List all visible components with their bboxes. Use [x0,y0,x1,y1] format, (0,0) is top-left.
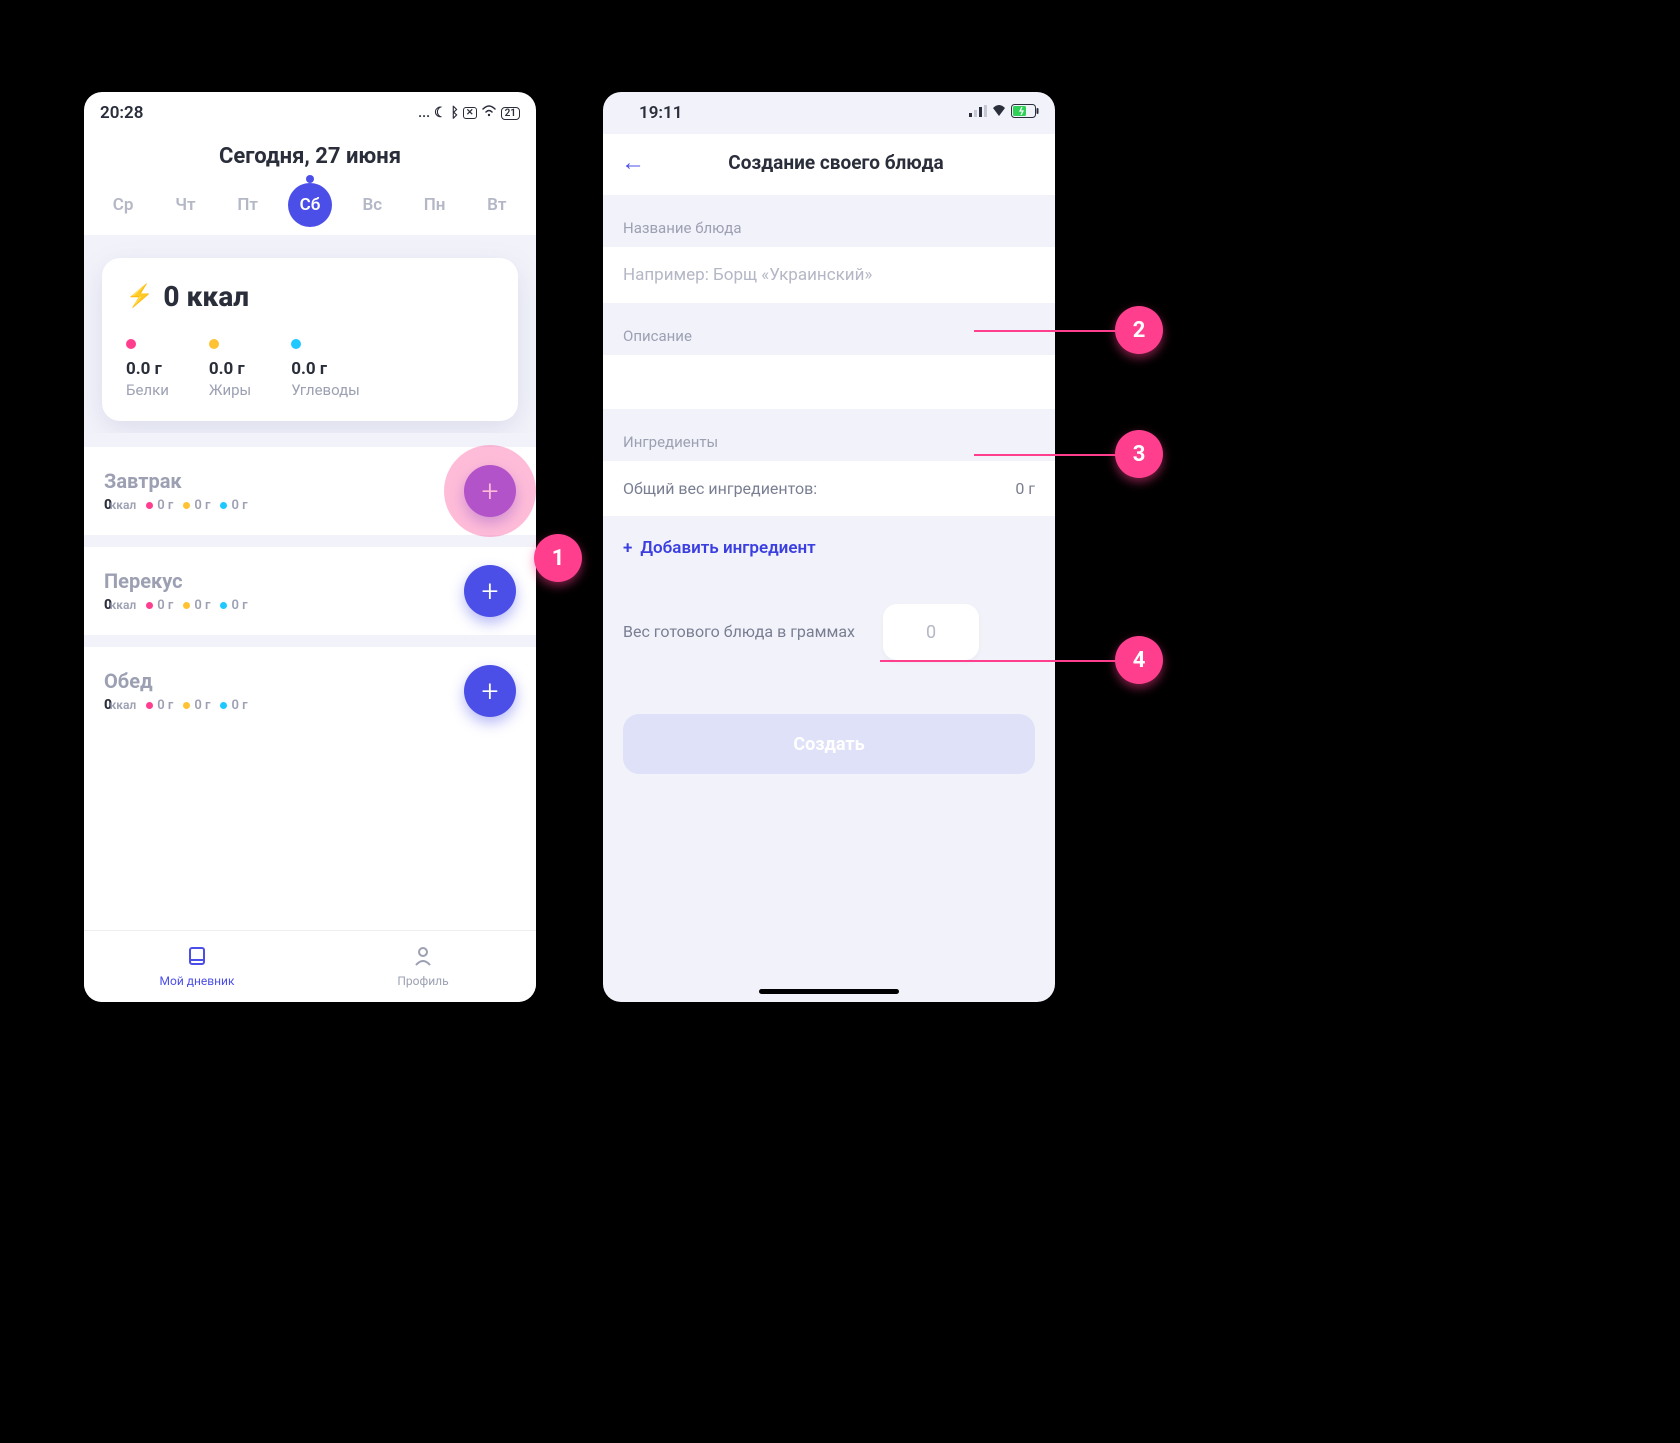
annotation-line-2 [974,330,1122,332]
status-icons: ... ☾ ᛒ ✕ 21 [418,105,520,121]
macro-value: 0.0 г [126,359,169,379]
day-Пт[interactable]: Пт [226,183,270,227]
dot-icon [126,339,136,349]
day-Сб[interactable]: Сб [288,183,332,227]
phone-diary: 20:28 ... ☾ ᛒ ✕ 21 Сегодня, 27 июня Ср Чт… [84,92,536,1002]
plus-icon: + [623,538,632,558]
date-title: Сегодня, 27 июня [84,144,536,169]
meal-row-Обед: Обед 0 ккал 0 г 0 г 0 г + [84,647,536,735]
wifi-icon [991,105,1007,121]
add-meal-wrapper: + [464,465,516,517]
cooked-weight-row: Вес готового блюда в граммах 0 [603,580,1055,684]
kcal-total: ⚡ 0 ккал [126,280,494,313]
diary-icon [186,945,208,972]
day-Чт[interactable]: Чт [163,183,207,227]
macro-label: Углеводы [291,381,360,399]
total-weight-value: 0 г [1015,479,1035,498]
nav-diary-label: Мой дневник [160,974,235,988]
macro-value: 0.0 г [209,359,251,379]
screen-title: Создание своего блюда [663,151,1009,174]
bluetooth-icon: ᛒ [451,105,459,121]
ellipsis-icon: ... [418,105,430,121]
dot-icon [291,339,301,349]
nav-diary[interactable]: Мой дневник [84,931,310,1002]
create-button[interactable]: Создать [623,714,1035,774]
day-Ср[interactable]: Ср [101,183,145,227]
status-bar: 19:11 [603,92,1055,134]
annotation-badge-4: 4 [1115,636,1163,684]
kcal-value: 0 ккал [163,280,249,313]
add-meal-wrapper: + [464,565,516,617]
meal-name: Завтрак [104,469,248,493]
cooked-weight-input[interactable]: 0 [883,604,979,660]
back-arrow-icon[interactable]: ← [621,148,645,177]
description-label: Описание [603,303,1055,355]
vibrate-icon: ✕ [463,107,477,119]
description-input[interactable] [603,355,1055,409]
profile-icon [412,945,434,972]
phone-create-dish: 19:11 ← Создание своего блюда Название б… [603,92,1055,1002]
dot-icon [209,339,219,349]
status-time: 20:28 [100,103,143,123]
macro-Жиры: 0.0 г Жиры [209,339,251,399]
home-indicator[interactable] [759,989,899,994]
total-weight-row: Общий вес ингредиентов: 0 г [603,461,1055,516]
summary-card: ⚡ 0 ккал 0.0 г Белки 0.0 г Жиры 0.0 г Уг… [102,258,518,421]
dish-name-input[interactable]: Например: Борщ «Украинский» [603,247,1055,303]
annotation-badge-1: 1 [534,534,582,582]
add-meal-button[interactable]: + [464,665,516,717]
add-ingredient-label: Добавить ингредиент [640,538,815,558]
meal-name: Перекус [104,569,248,593]
battery-icon [1011,104,1039,122]
annotation-line-3 [974,454,1122,456]
status-bar: 20:28 ... ☾ ᛒ ✕ 21 [84,92,536,134]
annotation-line-4 [880,660,1122,662]
macro-Белки: 0.0 г Белки [126,339,169,399]
add-meal-button[interactable]: + [464,565,516,617]
meal-list: Завтрак 0 ккал 0 г 0 г 0 г + Перекус 0 к… [84,433,536,735]
macro-label: Белки [126,381,169,399]
meal-name: Обед [104,669,248,693]
cooked-weight-label: Вес готового блюда в граммах [623,621,855,643]
status-time: 19:11 [619,103,682,123]
macro-label: Жиры [209,381,251,399]
macro-value: 0.0 г [291,359,360,379]
add-ingredient-button[interactable]: + Добавить ингредиент [603,516,1055,580]
nav-profile[interactable]: Профиль [310,931,536,1002]
meal-row-Завтрак: Завтрак 0 ккал 0 г 0 г 0 г + [84,447,536,535]
signal-icon [969,105,987,121]
macros-row: 0.0 г Белки 0.0 г Жиры 0.0 г Углеводы [126,339,494,399]
meal-summary: 0 ккал 0 г 0 г 0 г [104,697,248,713]
day-Вс[interactable]: Вс [350,183,394,227]
highlight-halo [444,445,536,537]
total-weight-label: Общий вес ингредиентов: [623,479,817,498]
nav-profile-label: Профиль [397,974,448,988]
meal-row-Перекус: Перекус 0 ккал 0 г 0 г 0 г + [84,547,536,635]
day-Вт[interactable]: Вт [475,183,519,227]
annotation-badge-2: 2 [1115,306,1163,354]
battery-icon: 21 [501,107,520,120]
macro-Углеводы: 0.0 г Углеводы [291,339,360,399]
screen-header: ← Создание своего блюда [603,134,1055,195]
day-selector: Ср Чт Пт Сб Вс Пн Вт [84,183,536,235]
dish-name-label: Название блюда [603,195,1055,247]
meal-summary: 0 ккал 0 г 0 г 0 г [104,597,248,613]
annotation-badge-3: 3 [1115,430,1163,478]
bottom-nav: Мой дневник Профиль [84,930,536,1002]
wifi-icon [481,105,497,121]
status-icons [969,104,1039,122]
day-Пн[interactable]: Пн [413,183,457,227]
add-meal-wrapper: + [464,665,516,717]
moon-icon: ☾ [434,105,447,121]
meal-summary: 0 ккал 0 г 0 г 0 г [104,497,248,513]
bolt-icon: ⚡ [126,284,153,309]
